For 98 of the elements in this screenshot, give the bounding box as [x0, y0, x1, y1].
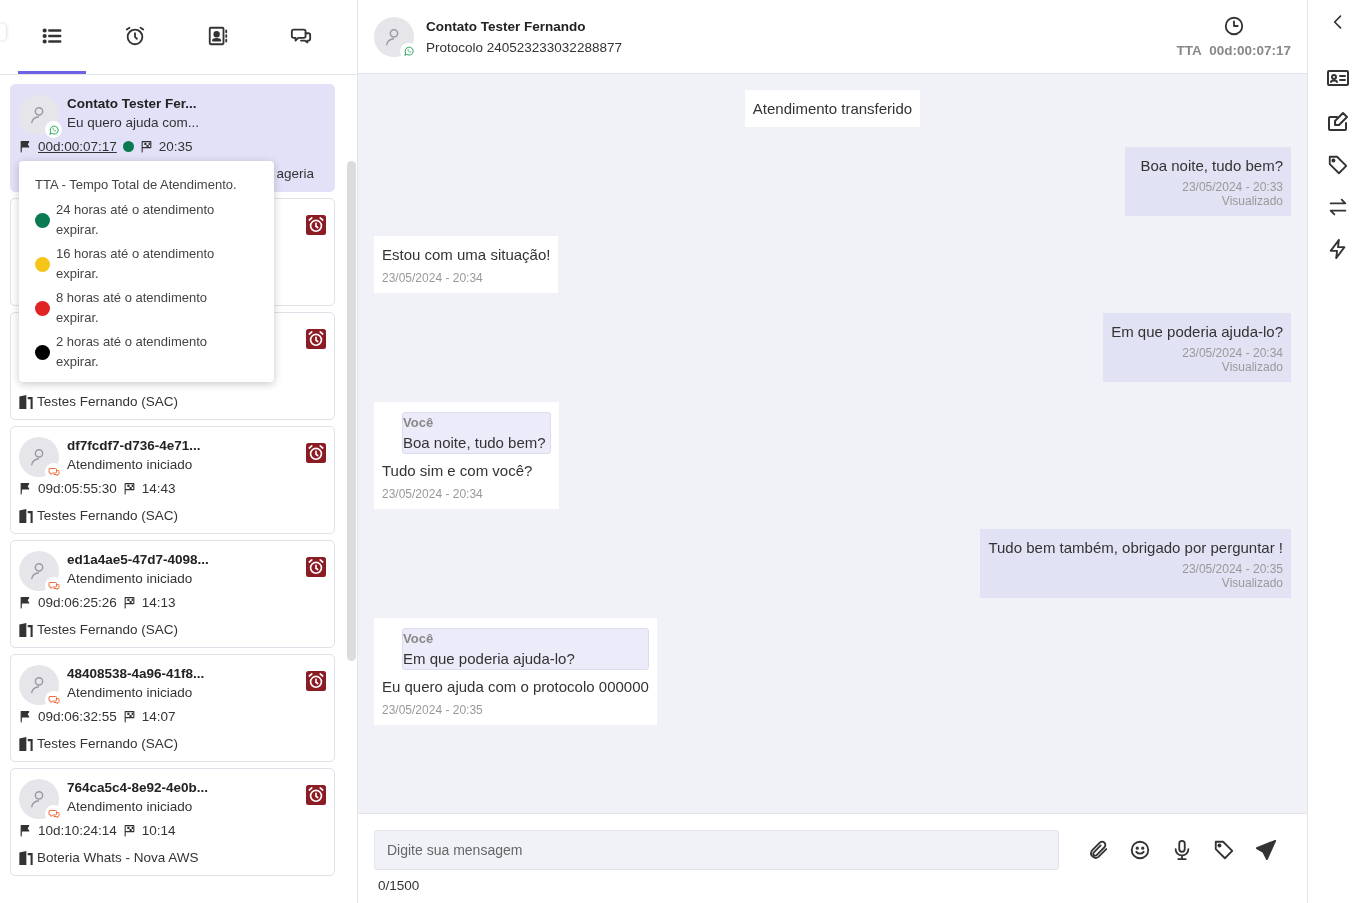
alarm-clock-icon — [124, 24, 146, 47]
edit-button[interactable] — [1325, 110, 1350, 134]
quote-author: Você — [403, 631, 435, 646]
conversation-card[interactable]: ed1a4ae5-47d7-4098... Atendimento iniciado 09d:06:25:26 14:13 Testes Fernando (SAC) — [10, 540, 335, 648]
whatsapp-icon — [47, 123, 60, 136]
department-name: Testes Fernando (SAC) — [37, 622, 179, 637]
contact-name: 48408538-4a96-41f8... — [67, 666, 205, 681]
legend-text: 24 horas até o atendimento expirar. — [56, 201, 216, 239]
legend-text: 16 horas até o atendimento expirar. — [56, 245, 216, 283]
message-preview: Atendimento iniciado — [67, 799, 194, 814]
message-text: Eu quero ajuda com o protocolo 000000 — [382, 678, 649, 695]
start-time: 10:14 — [141, 823, 176, 838]
message-time: 23/05/2024 - 20:34 — [382, 487, 484, 501]
chat-bubbles-icon — [47, 807, 60, 820]
conversation-card[interactable]: 48408538-4a96-41f8... Atendimento iniciado 09d:06:32:55 14:07 Testes Fernando (SAC) — [10, 654, 335, 762]
send-icon — [1255, 839, 1277, 861]
start-time: 14:13 — [141, 595, 176, 610]
contact-name: df7fcdf7-d736-4e71... — [67, 438, 201, 453]
legend-text: 8 horas até o atendimento expirar. — [56, 289, 209, 327]
quote-text: Em que poderia ajuda-lo? — [403, 650, 576, 667]
pencil-square-icon — [1325, 110, 1350, 134]
message-preview: Atendimento iniciado — [67, 571, 194, 586]
department-name: Testes Fernando (SAC) — [37, 736, 179, 751]
attach-button[interactable] — [1087, 839, 1109, 861]
message-time: 23/05/2024 - 20:35 — [382, 703, 484, 717]
elapsed-time[interactable]: 00d:00:07:17 — [38, 139, 117, 154]
department-name: Testes Fernando (SAC) — [37, 394, 179, 409]
message-preview: Atendimento iniciado — [67, 457, 194, 472]
checkered-flag-icon — [122, 482, 136, 495]
message-time: 23/05/2024 - 20:34 — [382, 271, 484, 285]
department-name: Boteria Whats - Nova AWS — [37, 850, 199, 865]
flag-icon — [19, 710, 32, 723]
start-time: 20:35 — [158, 139, 193, 154]
quote-author: Você — [403, 415, 435, 430]
checkered-flag-icon — [139, 140, 153, 153]
tag-icon — [1213, 839, 1235, 861]
message-time: 23/05/2024 - 20:35 — [1182, 562, 1283, 576]
tooltip-title: TTA - Tempo Total de Atendimento. — [35, 177, 238, 192]
flag-icon — [19, 140, 32, 153]
message-text: Estou com uma situação! — [382, 246, 551, 263]
flag-icon — [19, 596, 32, 609]
tag-button[interactable] — [1213, 839, 1235, 861]
read-status: Visualizado — [1221, 576, 1283, 590]
flag-icon — [19, 824, 32, 837]
door-icon — [19, 394, 33, 409]
message-text: Tudo sim e com você? — [382, 462, 534, 479]
tta-label: TTA — [1176, 43, 1202, 58]
contact-name: 764ca5c4-8e92-4e0b... — [67, 780, 209, 795]
message-time: 23/05/2024 - 20:34 — [1182, 346, 1283, 360]
contact-name: Contato Tester Fernando — [426, 18, 587, 34]
conversation-card[interactable]: df7fcdf7-d736-4e71... Atendimento iniciado 09d:05:55:30 14:43 Testes Fernando (SAC) — [10, 426, 335, 534]
department-name: ageria — [276, 166, 314, 181]
read-status: Visualizado — [1221, 194, 1283, 208]
message-text: Boa noite, tudo bem? — [1140, 157, 1283, 174]
message-time: 23/05/2024 - 20:33 — [1182, 180, 1283, 194]
character-counter: 0/1500 — [378, 878, 421, 893]
checkered-flag-icon — [122, 824, 136, 837]
message-preview: Atendimento iniciado — [67, 685, 194, 700]
tag-icon — [1326, 154, 1349, 176]
paperclip-icon — [1087, 839, 1109, 861]
chat-bubbles-icon — [47, 579, 60, 592]
chat-bubbles-icon — [47, 693, 60, 706]
send-button[interactable] — [1255, 839, 1277, 861]
department-name: Testes Fernando (SAC) — [37, 508, 179, 523]
contact-name: Contato Tester Fer... — [67, 96, 198, 111]
tag-button[interactable] — [1326, 154, 1349, 176]
checkered-flag-icon — [122, 596, 136, 609]
emoji-button[interactable] — [1129, 839, 1151, 861]
whatsapp-icon — [402, 45, 415, 57]
system-message: Atendimento transferido — [744, 90, 921, 127]
elapsed-time[interactable]: 09d:05:55:30 — [38, 481, 117, 496]
contact-name: ed1a4ae5-47d7-4098... — [67, 552, 209, 567]
start-time: 14:43 — [141, 481, 176, 496]
contact-book-icon — [207, 24, 229, 47]
door-icon — [19, 622, 33, 637]
clock-icon — [1222, 15, 1245, 37]
message-input[interactable]: Digite sua mensagem — [374, 830, 1059, 870]
message-text: Em que poderia ajuda-lo? — [1111, 323, 1283, 340]
door-icon — [19, 850, 33, 865]
legend-text: 2 horas até o atendimento expirar. — [56, 333, 209, 371]
message-preview: Eu quero ajuda com... — [67, 115, 200, 130]
door-icon — [19, 736, 33, 751]
door-icon — [19, 508, 33, 523]
message-text: Tudo bem também, obrigado por perguntar ! — [988, 539, 1283, 556]
tta-value: 00d:00:07:17 — [1209, 43, 1291, 58]
protocol-number: Protocolo 240523233032288877 — [426, 39, 622, 55]
elapsed-time[interactable]: 09d:06:32:55 — [38, 709, 117, 724]
conversation-card[interactable]: 764ca5c4-8e92-4e0b... Atendimento iniciado 10d:10:24:14 10:14 Boteria Whats - Nova AWS — [10, 768, 335, 876]
flag-icon — [19, 482, 32, 495]
smiley-icon — [1129, 839, 1151, 861]
quote-text: Boa noite, tudo bem? — [403, 434, 547, 451]
elapsed-time[interactable]: 09d:06:25:26 — [38, 595, 117, 610]
chat-bubbles-icon — [47, 465, 60, 478]
elapsed-time[interactable]: 10d:10:24:14 — [38, 823, 117, 838]
checkered-flag-icon — [122, 710, 136, 723]
read-status: Visualizado — [1221, 360, 1283, 374]
scrollbar[interactable] — [347, 161, 356, 661]
start-time: 14:07 — [141, 709, 176, 724]
